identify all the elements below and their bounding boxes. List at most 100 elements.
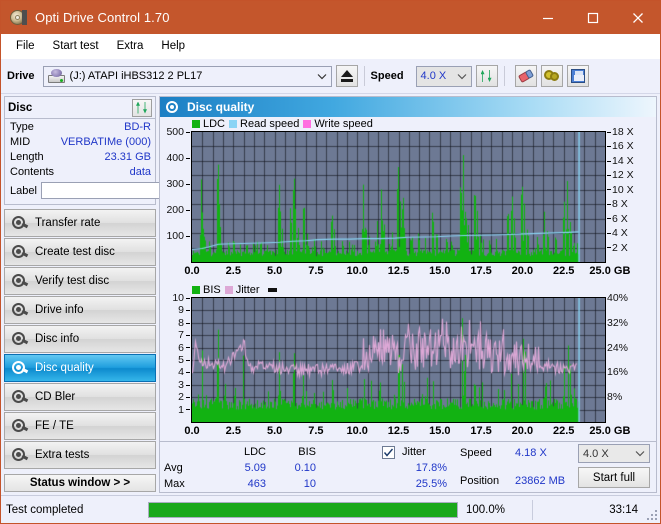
stats-jitter-avg: 17.8% xyxy=(415,462,447,474)
eject-button[interactable] xyxy=(335,65,358,87)
status-bar: Test completed 100.0% 33:14 xyxy=(1,495,660,523)
y2-tick: 32% xyxy=(607,316,629,329)
disc-test-icon xyxy=(11,216,29,230)
legend-marker-black xyxy=(267,288,277,292)
ldc-chart: LDC Read speed Write speed 100 200 300 400 5… xyxy=(160,117,656,283)
x-tick: 7.5 xyxy=(308,265,324,277)
menu-item-file[interactable]: File xyxy=(7,37,44,55)
save-button[interactable] xyxy=(566,65,589,87)
jitter-checkbox[interactable] xyxy=(382,446,395,459)
refresh-icon xyxy=(135,101,149,115)
legend-label-bis: BIS xyxy=(203,284,221,296)
sidebar-item-extra-tests[interactable]: Extra tests xyxy=(4,441,156,469)
nav-list: Transfer rate Create test disc Verify te… xyxy=(4,209,156,470)
menu-item-start-test[interactable]: Start test xyxy=(44,37,108,55)
speed-select[interactable]: 4.0 X xyxy=(415,65,472,87)
jitter-label: Jitter xyxy=(402,446,426,458)
disc-contents-value: data xyxy=(129,165,151,178)
bis-plot-area xyxy=(191,297,606,423)
menu-item-help[interactable]: Help xyxy=(152,37,194,55)
y2-tick: 2 X xyxy=(607,242,628,254)
maximize-icon[interactable] xyxy=(570,1,615,34)
close-icon[interactable] xyxy=(615,1,660,34)
y-tick: 9 xyxy=(178,304,190,316)
test-speed-select[interactable]: 4.0 X xyxy=(578,444,650,463)
window-controls xyxy=(525,1,660,34)
stats-bis-avg: 0.10 xyxy=(294,462,316,474)
refresh-icon xyxy=(480,69,494,83)
x-tick: 7.5 xyxy=(308,425,324,437)
disc-row-type: Type BD-R xyxy=(5,119,155,134)
legend-label-write-speed: Write speed xyxy=(314,118,373,130)
legend-label-jitter: Jitter xyxy=(235,284,260,296)
disc-info-panel: Disc Type BD-R MID VERBATIMe (000) Lengt… xyxy=(4,96,248,205)
x-tick: 17.5 xyxy=(470,425,492,437)
bis-canvas xyxy=(192,298,605,422)
disc-row-contents: Contents data xyxy=(5,164,155,179)
disc-quality-icon xyxy=(166,100,180,114)
drive-label: Drive xyxy=(7,70,35,82)
menu-bar: File Start test Extra Help xyxy=(1,34,660,59)
disc-refresh-button[interactable] xyxy=(132,98,152,117)
stats-position-label: Position xyxy=(460,475,500,487)
sidebar-item-label: Transfer rate xyxy=(35,217,101,229)
y2-tick: 24% xyxy=(607,341,629,354)
y-tick: 3 xyxy=(178,379,190,391)
minimize-icon[interactable] xyxy=(525,1,570,34)
sidebar-item-label: Verify test disc xyxy=(35,275,110,287)
settings-button[interactable] xyxy=(540,65,563,87)
x-tick: 0.0 xyxy=(184,265,200,277)
start-full-button[interactable]: Start full xyxy=(578,467,650,488)
refresh-drive-button[interactable] xyxy=(475,65,498,87)
floppy-save-icon xyxy=(570,69,585,83)
disc-panel-header: Disc xyxy=(5,97,155,119)
ldc-x-axis: 0.0 2.5 5.0 7.5 10.0 12.5 15.0 17.5 20.0 22.5 25.0… xyxy=(160,265,655,279)
menu-item-extra[interactable]: Extra xyxy=(108,37,153,55)
x-tick: 10.0 xyxy=(346,425,368,437)
y-tick: 8 xyxy=(178,317,190,329)
toolbar-divider-2 xyxy=(503,66,505,86)
y-tick: 10 xyxy=(172,292,190,304)
stats-speed-label: Speed xyxy=(460,447,492,459)
sidebar-item-transfer-rate[interactable]: Transfer rate xyxy=(4,209,156,237)
stats-position-value: 23862 MB xyxy=(515,475,566,487)
toolbar: Drive (J:) ATAPI iHBS312 2 PL17 Speed 4.… xyxy=(1,59,660,94)
sidebar-item-disc-info[interactable]: Disc info xyxy=(4,325,156,353)
disc-type-value: BD-R xyxy=(124,120,151,133)
x-tick: 5.0 xyxy=(266,425,283,437)
stats-samples-value: 380862 xyxy=(515,491,552,492)
gear-icon xyxy=(543,69,560,83)
chevron-down-icon xyxy=(315,73,329,80)
x-tick: 20.0 xyxy=(511,265,534,277)
drive-select[interactable]: (J:) ATAPI iHBS312 2 PL17 xyxy=(42,65,332,87)
panel-title: Disc quality xyxy=(187,100,255,114)
stats-ldc-avg: 5.09 xyxy=(244,462,266,474)
sidebar-item-drive-info[interactable]: Drive info xyxy=(4,296,156,324)
sidebar-item-verify-test-disc[interactable]: Verify test disc xyxy=(4,267,156,295)
x-tick: 25.0 GB xyxy=(589,425,631,437)
y-tick: 400 xyxy=(166,152,190,164)
sidebar-item-cd-bler[interactable]: CD Bler xyxy=(4,383,156,411)
panel-header: Disc quality xyxy=(160,97,656,117)
y2-tick: 16 X xyxy=(607,140,634,152)
start-part-button[interactable]: Start part xyxy=(578,492,650,493)
sidebar-item-label: Disc quality xyxy=(35,362,94,374)
x-tick: 5.0 xyxy=(266,265,283,277)
sidebar-item-create-test-disc[interactable]: Create test disc xyxy=(4,238,156,266)
title-bar: Opti Drive Control 1.70 xyxy=(1,1,660,34)
sidebar-item-fe-te[interactable]: FE / TE xyxy=(4,412,156,440)
progress-bar xyxy=(148,501,458,518)
status-window-button[interactable]: Status window > > xyxy=(4,474,156,492)
eject-icon xyxy=(340,70,353,82)
y2-tick: 8% xyxy=(607,391,623,404)
disc-test-icon xyxy=(11,303,29,317)
statistics-panel: LDC BIS Jitter Avg 5.09 0.10 17.8% Max 4… xyxy=(160,441,656,492)
disc-test-icon xyxy=(11,361,29,375)
sidebar-item-disc-quality[interactable]: Disc quality xyxy=(4,354,156,382)
resize-grip[interactable] xyxy=(645,508,657,520)
y2-tick: 18 X xyxy=(607,126,634,138)
disc-length-label: Length xyxy=(10,150,44,163)
sidebar-item-label: CD Bler xyxy=(35,391,76,403)
disc-row-length: Length 23.31 GB xyxy=(5,149,155,164)
erase-button[interactable] xyxy=(514,65,537,87)
